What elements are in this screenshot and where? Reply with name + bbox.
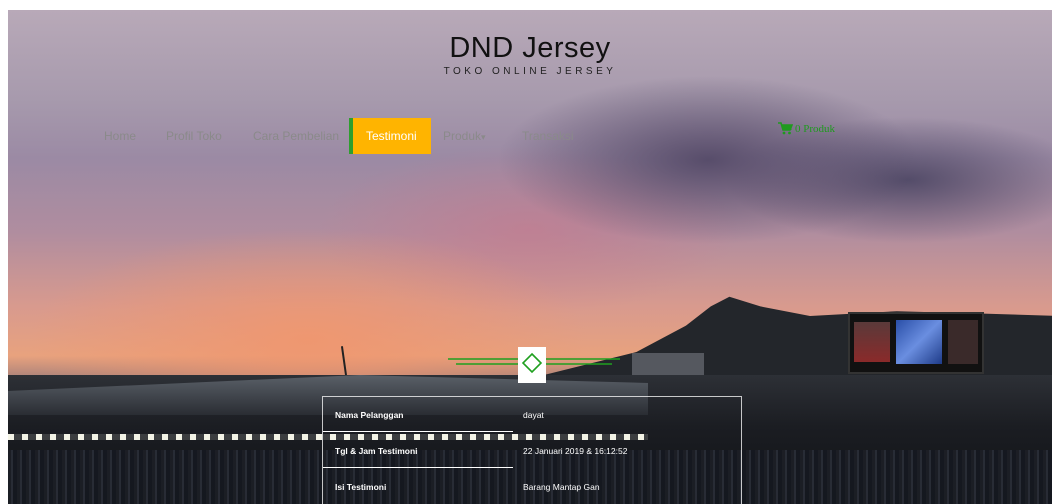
testimonial-table: Nama Pelanggan dayat Tgl & Jam Testimoni… (322, 396, 742, 504)
nav-item-produk-label: Produk (443, 129, 482, 143)
nav-item-testimoni[interactable]: Testimoni (349, 118, 431, 154)
scoreboard-screen (896, 320, 942, 364)
nav-item-transaksi[interactable]: Transaksi (522, 118, 574, 154)
nav-item-home[interactable]: Home (104, 118, 136, 154)
hero-background: DND Jersey TOKO ONLINE JERSEY Home Profi… (8, 10, 1052, 504)
divider-box (518, 347, 546, 383)
table-row: Isi Testimoni Barang Mantap Gan (323, 469, 741, 504)
cart-label: 0 Produk (795, 123, 836, 135)
row-value: dayat (523, 410, 544, 420)
row-label: Nama Pelanggan (335, 410, 404, 420)
stadium-scoreboard (848, 312, 984, 374)
nav-item-produk[interactable]: Produk▾ (443, 118, 486, 154)
cart-link[interactable]: 0 Produk (778, 122, 835, 135)
row-label: Isi Testimoni (335, 482, 387, 492)
nav-item-cara-pembelian[interactable]: Cara Pembelian (253, 118, 339, 154)
row-divider (323, 467, 513, 468)
chevron-down-icon: ▾ (481, 132, 486, 142)
nav-item-profil-toko[interactable]: Profil Toko (166, 118, 222, 154)
shopping-cart-icon (778, 122, 794, 135)
scoreboard-panel-right (948, 320, 978, 364)
table-row: Nama Pelanggan dayat (323, 397, 741, 432)
scoreboard-panel-left (854, 322, 890, 362)
section-divider (448, 347, 620, 383)
row-label: Tgl & Jam Testimoni (335, 446, 418, 456)
row-value: Barang Mantap Gan (523, 482, 600, 492)
table-row: Tgl & Jam Testimoni 22 Januari 2019 & 16… (323, 433, 741, 468)
row-value: 22 Januari 2019 & 16:12:52 (523, 446, 628, 456)
brand-subtitle: TOKO ONLINE JERSEY (443, 66, 617, 77)
row-divider (323, 431, 513, 432)
brand-header: DND Jersey TOKO ONLINE JERSEY (8, 32, 1052, 77)
brand-title[interactable]: DND Jersey (8, 32, 1052, 65)
